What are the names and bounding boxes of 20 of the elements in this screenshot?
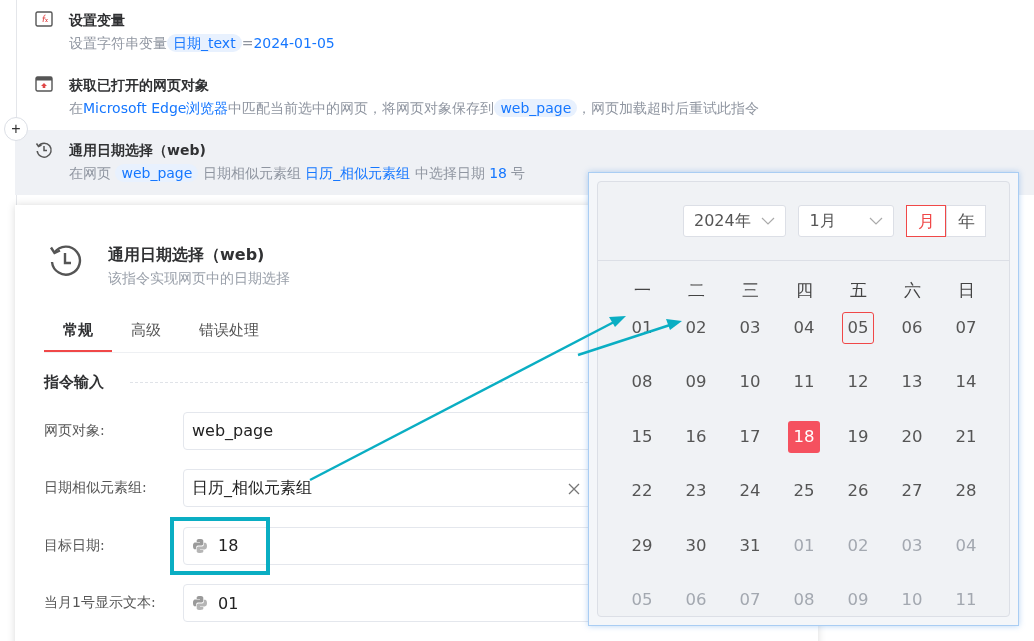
weekday-label: 一 xyxy=(632,279,652,302)
step-description: 在Microsoft Edge浏览器中匹配当前选中的网页，将网页对象保存到 web_page ，网页加载超时后重试此指令 xyxy=(69,98,760,119)
weekday-label: 日 xyxy=(956,279,976,302)
field-label: 网页对象: xyxy=(44,421,106,440)
section-title: 指令输入 xyxy=(44,373,104,392)
step-description: 设置字符串变量 日期_text =2024-01-05 xyxy=(69,33,335,54)
field-label: 当月1号显示文本: xyxy=(44,594,157,612)
weekday-label: 二 xyxy=(686,279,706,302)
step-description: 在网页 web_page 日期相似元素组 日历_相似元素组 中选择日期 18 号 xyxy=(69,163,526,184)
dialog-subtitle: 该指令实现网页中的日期选择 xyxy=(108,269,290,288)
field-label: 日期相似元素组: xyxy=(44,479,148,497)
step-title: 获取已打开的网页对象 xyxy=(69,76,210,95)
weekday-label: 三 xyxy=(740,279,760,302)
weekday-label: 四 xyxy=(794,279,814,302)
dialog-title: 通用日期选择（web) xyxy=(108,244,266,266)
weekday-label: 五 xyxy=(848,279,868,302)
weekday-label: 六 xyxy=(902,279,922,302)
field-label: 目标日期: xyxy=(44,536,106,555)
step-title: 设置变量 xyxy=(69,11,126,30)
step-title: 通用日期选择（web) xyxy=(69,141,207,160)
